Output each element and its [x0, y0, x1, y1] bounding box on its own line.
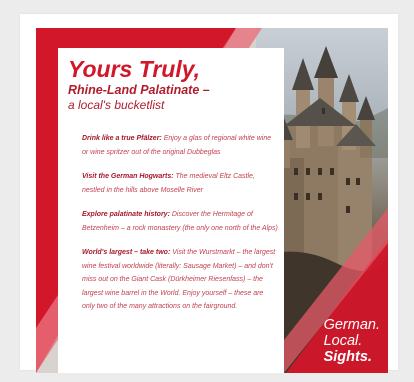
poster: Yours Truly, Rhine-Land Palatinate – a l… [36, 28, 388, 373]
poster-subtitle: Rhine-Land Palatinate – [68, 83, 210, 97]
list-item-heading: Drink like a true Pfälzer: [82, 135, 162, 142]
slogan: German. Local. Sights. [324, 317, 380, 365]
slogan-line-3: Sights. [323, 349, 372, 365]
list-item-heading: Explore palatinate history: [82, 211, 170, 218]
poster-title: Yours Truly, [68, 56, 201, 82]
list-item-heading: World's largest – take two: [82, 249, 171, 256]
text-panel: Yours Truly, Rhine-Land Palatinate – a l… [58, 48, 284, 373]
slogan-line-2: Local. [323, 333, 363, 349]
poster-tagline: a local's bucketlist [68, 98, 165, 112]
list-item: Explore palatinate history: Discover the… [82, 208, 278, 235]
list-item-heading: Visit the German Hogwarts: [82, 173, 174, 180]
list-item: World's largest – take two: Visit the Wu… [82, 246, 278, 314]
bucketlist: Drink like a true Pfälzer: Enjoy a glas … [82, 132, 278, 325]
list-item: Visit the German Hogwarts: The medieval … [82, 170, 278, 197]
list-item-text: Visit the Wurstmarkt – the largest wine … [82, 249, 276, 310]
slogan-line-1: German. [323, 317, 380, 333]
list-item: Drink like a true Pfälzer: Enjoy a glas … [82, 132, 278, 159]
